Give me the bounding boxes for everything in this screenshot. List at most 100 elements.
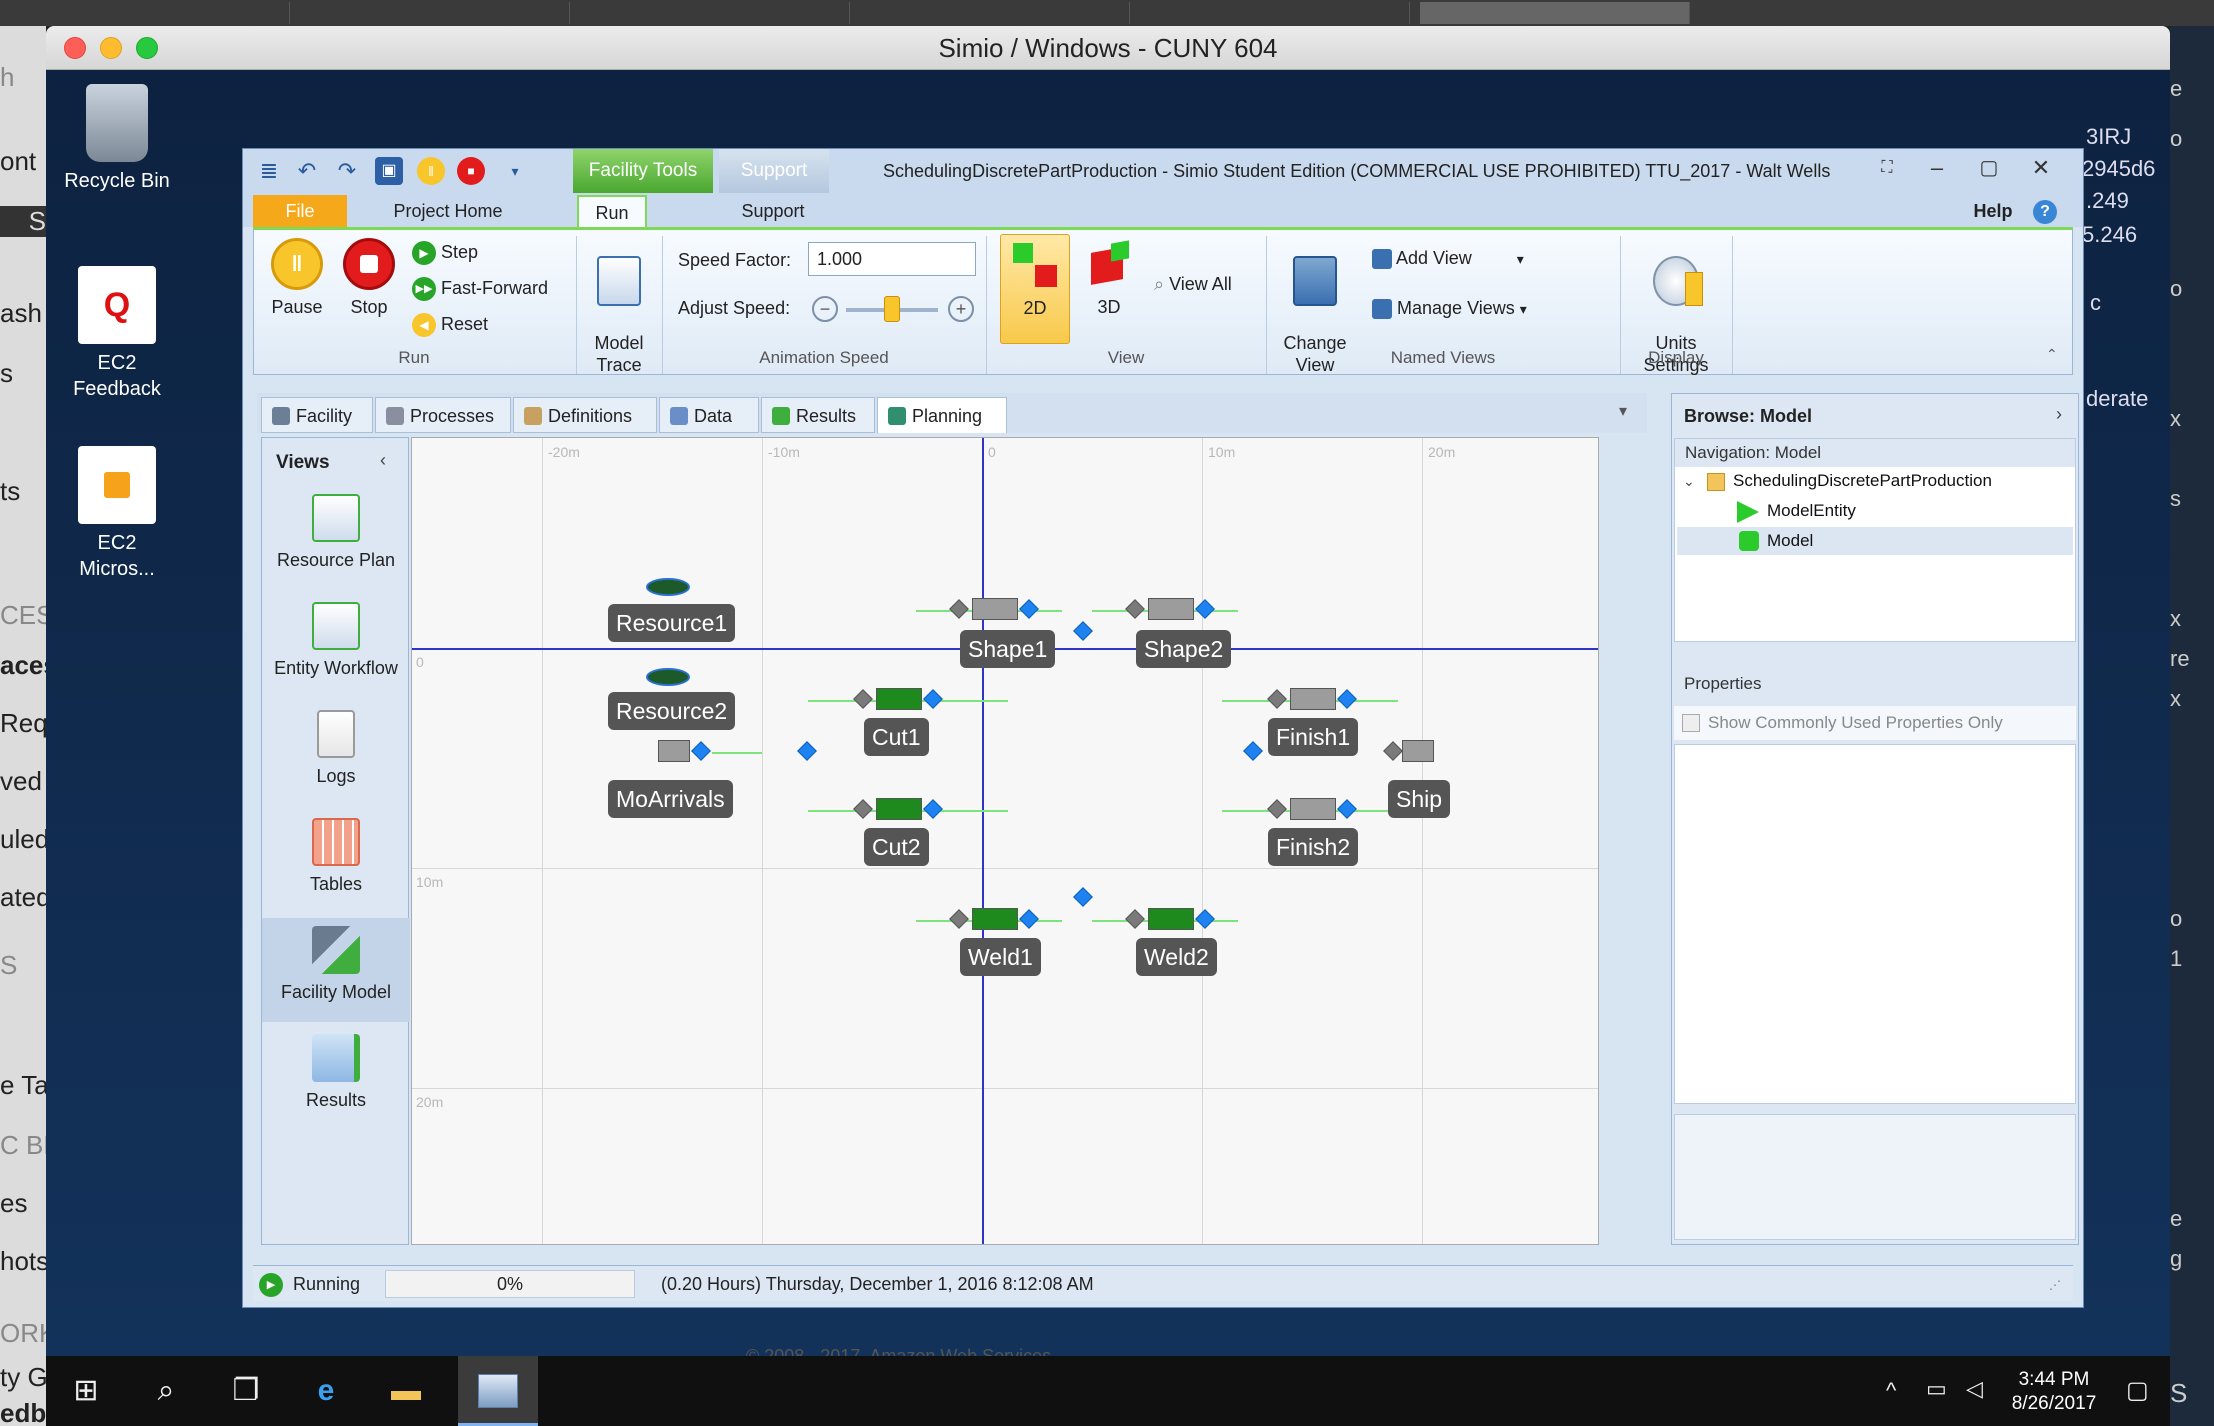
- decrease-speed-button[interactable]: −: [812, 296, 838, 322]
- view-all-button[interactable]: ⌕ View All: [1154, 272, 1232, 296]
- input-node[interactable]: [1267, 689, 1287, 709]
- tab-file[interactable]: File: [253, 195, 347, 227]
- tab-run[interactable]: Run: [577, 195, 647, 227]
- tab-data[interactable]: Data: [659, 397, 759, 433]
- output-node[interactable]: [1195, 909, 1215, 929]
- resource1-shape[interactable]: [646, 578, 690, 596]
- label-shape1[interactable]: Shape1: [960, 630, 1056, 668]
- view-item-entity-workflow[interactable]: Entity Workflow: [262, 602, 410, 679]
- label-shape2[interactable]: Shape2: [1136, 630, 1232, 668]
- maximize-button[interactable]: ▢: [1975, 155, 2003, 185]
- label-resource2[interactable]: Resource2: [608, 692, 736, 730]
- tab-facility[interactable]: Facility: [261, 397, 373, 433]
- undo-icon[interactable]: ↶: [293, 157, 321, 185]
- cut2-server[interactable]: [876, 798, 922, 820]
- label-cut2[interactable]: Cut2: [864, 828, 929, 866]
- stop-small-icon[interactable]: ■: [457, 157, 485, 185]
- context-tab-support[interactable]: Support: [719, 149, 829, 193]
- output-node[interactable]: [1019, 599, 1039, 619]
- mac-zoom-button[interactable]: [136, 37, 158, 59]
- volume-muted-icon[interactable]: ◁: [1966, 1376, 1983, 1402]
- speed-slider-thumb[interactable]: [884, 296, 900, 322]
- tab-results[interactable]: Results: [761, 397, 875, 433]
- label-weld2[interactable]: Weld2: [1136, 938, 1217, 976]
- resize-grip-icon[interactable]: ⋰: [2049, 1278, 2061, 1292]
- output-node[interactable]: [923, 799, 943, 819]
- background-tab[interactable]: [20, 2, 290, 24]
- internet-explorer-icon[interactable]: e: [286, 1356, 366, 1426]
- step-button[interactable]: ▶ Step: [412, 240, 478, 266]
- speed-factor-input[interactable]: 1.000: [808, 242, 976, 276]
- view-item-tables[interactable]: Tables: [262, 818, 410, 895]
- network-icon[interactable]: ▭: [1926, 1376, 1947, 1402]
- expand-panel-icon[interactable]: ›: [2056, 404, 2062, 425]
- customize-toolbar-icon[interactable]: ▾: [501, 157, 529, 185]
- collapse-panel-icon[interactable]: ‹: [380, 450, 386, 471]
- output-node[interactable]: [691, 741, 711, 761]
- output-node[interactable]: [923, 689, 943, 709]
- label-cut1[interactable]: Cut1: [864, 718, 929, 756]
- simio-app-icon[interactable]: ≣: [255, 157, 283, 185]
- input-node[interactable]: [1125, 599, 1145, 619]
- start-button[interactable]: ⊞: [46, 1356, 126, 1426]
- add-view-button[interactable]: Add View ▾: [1372, 246, 1524, 271]
- input-node[interactable]: [1383, 741, 1403, 761]
- background-tab[interactable]: [580, 2, 850, 24]
- reset-button[interactable]: ◀ Reset: [412, 312, 488, 338]
- transfer-node[interactable]: [1243, 741, 1263, 761]
- cut1-server[interactable]: [876, 688, 922, 710]
- output-node[interactable]: [1337, 689, 1357, 709]
- label-moarrivals[interactable]: MoArrivals: [608, 780, 733, 818]
- tab-processes[interactable]: Processes: [375, 397, 511, 433]
- task-view-icon[interactable]: ❐: [206, 1356, 286, 1426]
- background-tab[interactable]: [860, 2, 1130, 24]
- background-tab[interactable]: [1420, 2, 1690, 24]
- tab-support[interactable]: Support: [723, 195, 823, 227]
- weld1-server[interactable]: [972, 908, 1018, 930]
- redo-icon[interactable]: ↷: [333, 157, 361, 185]
- input-node[interactable]: [949, 909, 969, 929]
- save-icon[interactable]: ▣: [375, 157, 403, 185]
- view-item-resource-plan[interactable]: Resource Plan: [262, 494, 410, 571]
- input-node[interactable]: [1125, 909, 1145, 929]
- minimize-button[interactable]: –: [1923, 155, 1951, 185]
- output-node[interactable]: [1019, 909, 1039, 929]
- finish1-server[interactable]: [1290, 688, 1336, 710]
- manage-views-button[interactable]: Manage Views ▾: [1372, 296, 1527, 321]
- fast-forward-button[interactable]: ▶▶ Fast-Forward: [412, 276, 548, 302]
- output-node[interactable]: [1195, 599, 1215, 619]
- tree-collapse-icon[interactable]: ⌄: [1683, 473, 1695, 490]
- file-explorer-icon[interactable]: ▬: [366, 1356, 446, 1426]
- desktop-icon-recycle-bin[interactable]: Recycle Bin: [52, 84, 182, 194]
- search-icon[interactable]: ⌕: [126, 1356, 206, 1426]
- label-finish2[interactable]: Finish2: [1268, 828, 1359, 866]
- desktop-icon-ec2-feedback[interactable]: Q EC2 Feedback: [52, 266, 182, 402]
- restore-fullscreen-icon[interactable]: ⛶: [1873, 159, 1901, 183]
- tree-item-model-entity[interactable]: ModelEntity: [1767, 501, 1856, 521]
- increase-speed-button[interactable]: +: [948, 296, 974, 322]
- desktop-icon-ec2-micros[interactable]: EC2 Micros...: [52, 446, 182, 582]
- action-center-icon[interactable]: ▢: [2126, 1376, 2149, 1405]
- transfer-node[interactable]: [1073, 621, 1093, 641]
- input-node[interactable]: [853, 689, 873, 709]
- tab-planning[interactable]: Planning: [877, 397, 1007, 433]
- tree-item-project[interactable]: SchedulingDiscretePartProduction: [1733, 471, 1992, 491]
- view-2d-button[interactable]: 2D: [1000, 234, 1070, 344]
- background-tab[interactable]: [1140, 2, 1410, 24]
- label-finish1[interactable]: Finish1: [1268, 718, 1359, 756]
- show-common-properties-checkbox[interactable]: Show Commonly Used Properties Only: [1674, 706, 2076, 740]
- mac-minimize-button[interactable]: [100, 37, 122, 59]
- simio-taskbar-icon[interactable]: [458, 1356, 538, 1426]
- resource2-shape[interactable]: [646, 668, 690, 686]
- taskbar-clock[interactable]: 3:44 PM 8/26/2017: [2006, 1368, 2102, 1416]
- mac-close-button[interactable]: [64, 37, 86, 59]
- stop-button[interactable]: Stop: [336, 238, 402, 318]
- output-node[interactable]: [1337, 799, 1357, 819]
- tree-item-model[interactable]: Model: [1767, 531, 1813, 551]
- view-3d-button[interactable]: 3D: [1074, 234, 1144, 318]
- close-button[interactable]: ✕: [2027, 155, 2055, 185]
- ship-sink[interactable]: [1402, 740, 1434, 762]
- collapse-ribbon-icon[interactable]: ⌃: [2046, 346, 2058, 363]
- help-icon[interactable]: ?: [2033, 200, 2057, 224]
- help-link[interactable]: Help: [1963, 195, 2023, 227]
